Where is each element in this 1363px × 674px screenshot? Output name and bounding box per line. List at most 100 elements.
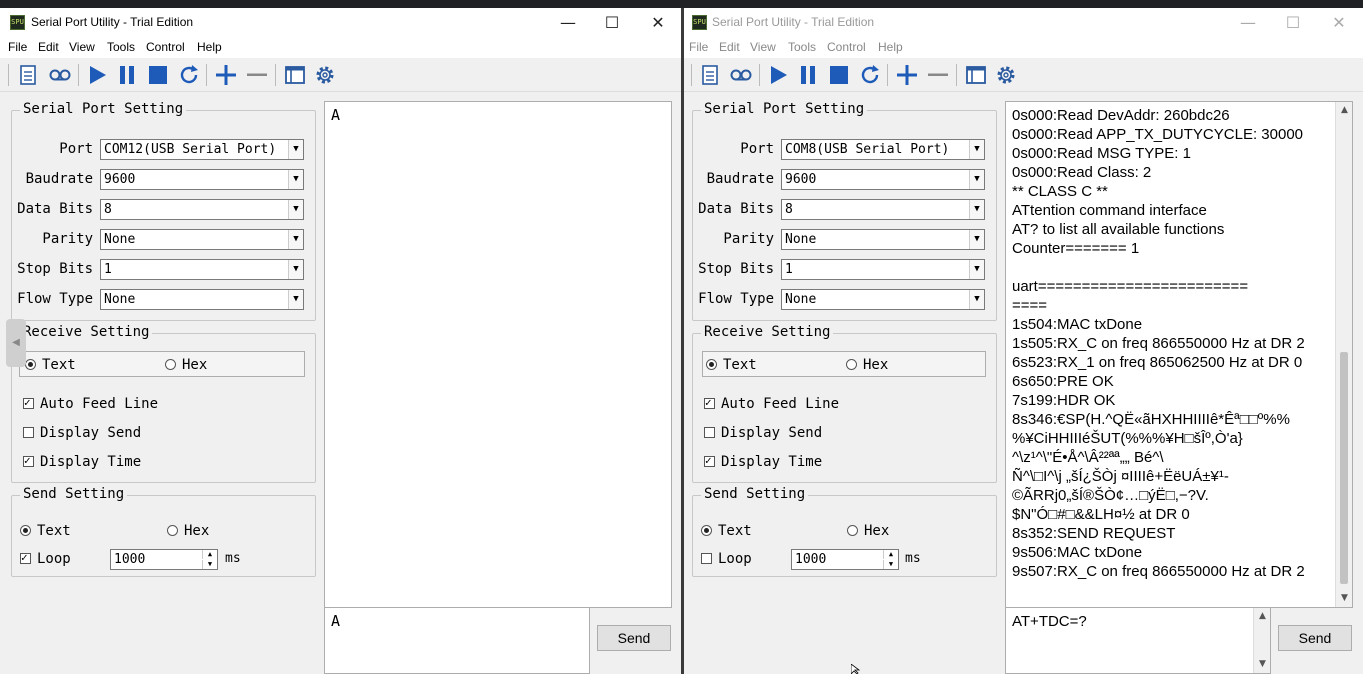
send-hex-radio[interactable]: Hex xyxy=(167,523,209,539)
stop-bits-select[interactable]: 1 ▼ xyxy=(781,259,985,280)
stop-icon[interactable] xyxy=(827,63,851,87)
window-icon[interactable] xyxy=(283,63,307,87)
send-button[interactable]: Send xyxy=(597,625,671,651)
loop-interval-input[interactable]: 1000 ▲ ▼ xyxy=(791,549,899,570)
loop-icon[interactable] xyxy=(729,63,753,87)
menu-view[interactable]: View xyxy=(750,40,776,54)
menu-tools[interactable]: Tools xyxy=(107,40,135,54)
refresh-icon[interactable] xyxy=(177,63,201,87)
send-input-text: AT+TDC=? xyxy=(1012,613,1087,630)
scroll-up-icon[interactable]: ▲ xyxy=(1254,608,1271,625)
output-line: 8s352:SEND REQUEST xyxy=(1012,525,1176,542)
display-time-checkbox[interactable]: Display Time xyxy=(23,454,141,470)
minimize-icon[interactable]: — xyxy=(1235,12,1261,34)
auto-feed-line-checkbox[interactable]: Auto Feed Line xyxy=(23,396,158,412)
scroll-up-icon[interactable]: ▲ xyxy=(1336,102,1352,119)
spin-down-icon[interactable]: ▼ xyxy=(883,560,898,569)
menu-bar: File Edit View Tools Control Help xyxy=(684,38,1363,58)
new-file-icon[interactable] xyxy=(16,63,40,87)
flow-type-select[interactable]: None ▼ xyxy=(781,289,985,310)
parity-select[interactable]: None ▼ xyxy=(100,229,304,250)
dropdown-arrow-icon: ▼ xyxy=(969,170,984,189)
minimize-icon[interactable]: — xyxy=(555,12,581,34)
send-input-area[interactable]: AT+TDC=? ▲ ▼ xyxy=(1005,607,1271,674)
receive-text-radio[interactable]: Text xyxy=(25,357,76,373)
pause-icon[interactable] xyxy=(796,63,820,87)
new-file-icon[interactable] xyxy=(698,63,722,87)
spin-up-icon[interactable]: ▲ xyxy=(883,550,898,559)
menu-help[interactable]: Help xyxy=(878,40,903,54)
menu-control[interactable]: Control xyxy=(827,40,866,54)
loop-interval-input[interactable]: 1000 ▲ ▼ xyxy=(110,549,218,570)
send-scrollbar[interactable]: ▲ ▼ xyxy=(1253,608,1270,673)
baudrate-select[interactable]: 9600 ▼ xyxy=(781,169,985,190)
data-bits-select[interactable]: 8 ▼ xyxy=(781,199,985,220)
play-icon[interactable] xyxy=(85,63,109,87)
collapse-handle-icon[interactable]: ◀ xyxy=(6,319,26,367)
loop-checkbox[interactable]: Loop xyxy=(701,551,752,567)
baudrate-select[interactable]: 9600 ▼ xyxy=(100,169,304,190)
parity-select[interactable]: None ▼ xyxy=(781,229,985,250)
title-bar[interactable]: SPU Serial Port Utility - Trial Edition … xyxy=(684,8,1363,38)
loop-icon[interactable] xyxy=(48,63,72,87)
send-button[interactable]: Send xyxy=(1278,625,1352,651)
plus-icon[interactable] xyxy=(214,63,238,87)
maximize-icon[interactable]: ☐ xyxy=(1280,12,1306,34)
menu-tools[interactable]: Tools xyxy=(788,40,816,54)
serial-port-setting-legend: Serial Port Setting xyxy=(20,101,187,117)
auto-feed-line-checkbox[interactable]: Auto Feed Line xyxy=(704,396,839,412)
receive-text-radio[interactable]: Text xyxy=(706,357,757,373)
stop-icon[interactable] xyxy=(146,63,170,87)
menu-control[interactable]: Control xyxy=(146,40,185,54)
send-hex-radio[interactable]: Hex xyxy=(847,523,889,539)
scroll-thumb[interactable] xyxy=(1340,352,1348,584)
title-bar[interactable]: SPU Serial Port Utility - Trial Edition … xyxy=(0,8,681,38)
receive-output-area[interactable]: A xyxy=(324,101,672,608)
output-scrollbar[interactable]: ▲ ▼ xyxy=(1335,102,1352,607)
play-icon[interactable] xyxy=(766,63,790,87)
menu-edit[interactable]: Edit xyxy=(719,40,740,54)
minus-icon[interactable] xyxy=(245,63,269,87)
baudrate-label: Baudrate xyxy=(706,171,774,187)
receive-output-area[interactable]: 0s000:Read DevAddr: 260bdc26 0s000:Read A… xyxy=(1005,101,1353,608)
menu-view[interactable]: View xyxy=(69,40,95,54)
send-text-radio[interactable]: Text xyxy=(701,523,752,539)
close-icon[interactable]: ✕ xyxy=(1326,12,1352,34)
menu-file[interactable]: File xyxy=(689,40,708,54)
port-select[interactable]: COM12(USB Serial Port) ▼ xyxy=(100,139,304,160)
gear-icon[interactable] xyxy=(313,63,337,87)
port-select[interactable]: COM8(USB Serial Port) ▼ xyxy=(781,139,985,160)
plus-icon[interactable] xyxy=(895,63,919,87)
send-input-area[interactable]: A xyxy=(324,607,590,674)
toolbar-separator xyxy=(691,64,692,86)
stop-bits-select[interactable]: 1 ▼ xyxy=(100,259,304,280)
port-label: Port xyxy=(740,141,774,157)
send-text-radio[interactable]: Text xyxy=(20,523,71,539)
data-bits-select[interactable]: 8 ▼ xyxy=(100,199,304,220)
display-send-checkbox[interactable]: Display Send xyxy=(704,425,822,441)
minus-icon[interactable] xyxy=(926,63,950,87)
menu-edit[interactable]: Edit xyxy=(38,40,59,54)
loop-checkbox[interactable]: Loop xyxy=(20,551,71,567)
spin-up-icon[interactable]: ▲ xyxy=(202,550,217,559)
scroll-down-icon[interactable]: ▼ xyxy=(1254,656,1271,673)
refresh-icon[interactable] xyxy=(858,63,882,87)
display-time-checkbox[interactable]: Display Time xyxy=(704,454,822,470)
window-icon[interactable] xyxy=(964,63,988,87)
flow-type-select[interactable]: None ▼ xyxy=(100,289,304,310)
receive-hex-radio[interactable]: Hex xyxy=(846,357,888,373)
menu-file[interactable]: File xyxy=(8,40,27,54)
maximize-icon[interactable]: ☐ xyxy=(599,12,625,34)
menu-help[interactable]: Help xyxy=(197,40,222,54)
display-send-checkbox[interactable]: Display Send xyxy=(23,425,141,441)
close-icon[interactable]: ✕ xyxy=(645,12,671,34)
scroll-down-icon[interactable]: ▼ xyxy=(1336,590,1352,607)
gear-icon[interactable] xyxy=(994,63,1018,87)
serial-utility-window-2: SPU Serial Port Utility - Trial Edition … xyxy=(684,8,1363,674)
pause-icon[interactable] xyxy=(115,63,139,87)
dropdown-arrow-icon: ▼ xyxy=(969,230,984,249)
spin-down-icon[interactable]: ▼ xyxy=(202,560,217,569)
receive-hex-radio[interactable]: Hex xyxy=(165,357,207,373)
dropdown-arrow-icon: ▼ xyxy=(969,200,984,219)
output-line: Ñ^\□I^\j „šÍ¿ŠÒj ¤IIIIê+ËëUÁ±¥¹- xyxy=(1012,468,1229,485)
